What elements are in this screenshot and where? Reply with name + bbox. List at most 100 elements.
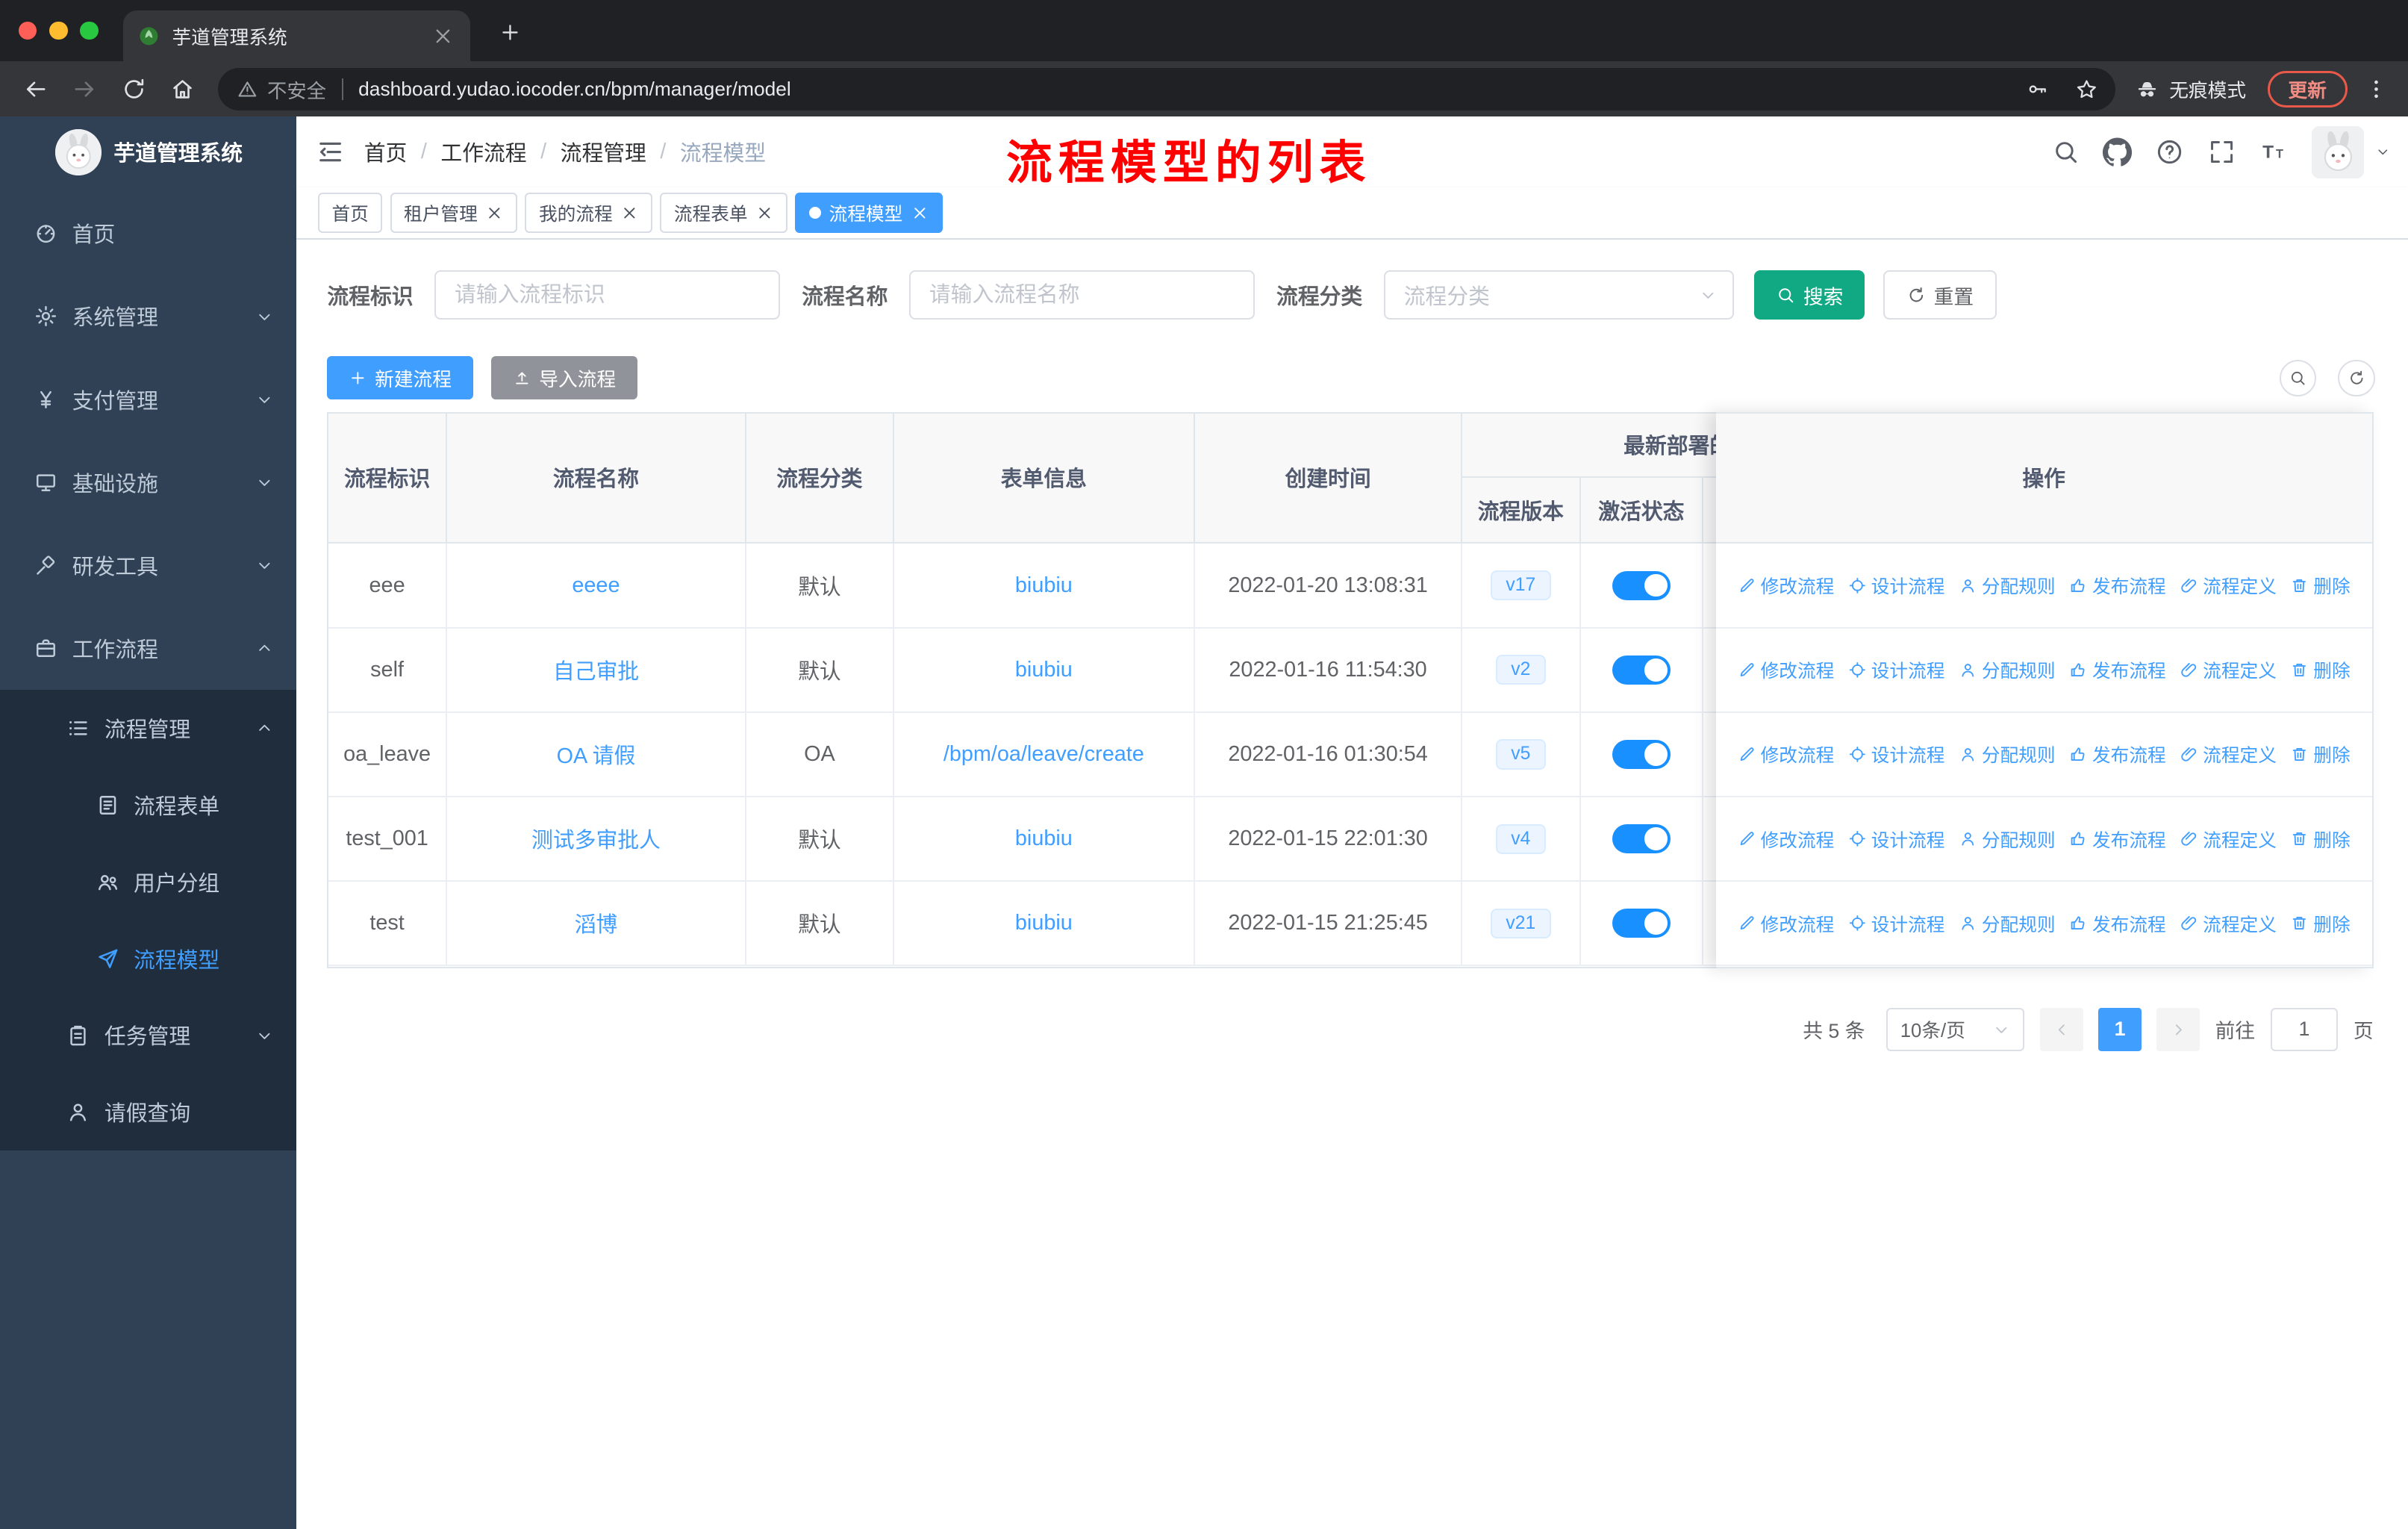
user-avatar[interactable] (2312, 125, 2365, 178)
sidebar-item-流程管理[interactable]: 流程管理 (0, 689, 297, 767)
sidebar-item-研发工具[interactable]: 研发工具 (0, 524, 296, 607)
action-delete-link[interactable]: 删除 (2290, 826, 2351, 853)
sidebar-item-工作流程[interactable]: 工作流程 (0, 607, 296, 690)
process-name-link[interactable]: 自己审批 (553, 655, 639, 685)
sidebar-item-任务管理[interactable]: 任务管理 (0, 997, 297, 1074)
close-icon[interactable] (620, 204, 639, 222)
action-definition-link[interactable]: 流程定义 (2180, 741, 2277, 767)
version-tag[interactable]: v2 (1495, 655, 1546, 685)
close-icon[interactable] (911, 204, 929, 222)
action-publish-link[interactable]: 发布流程 (2069, 741, 2166, 767)
tag-首页[interactable]: 首页 (317, 193, 383, 233)
action-edit-link[interactable]: 修改流程 (1738, 910, 1834, 937)
collapse-sidebar-icon[interactable] (296, 116, 364, 187)
goto-page-input[interactable] (2270, 1008, 2339, 1051)
form-link[interactable]: biubiu (1015, 573, 1073, 598)
close-icon[interactable] (755, 204, 774, 222)
url-text[interactable]: dashboard.yudao.iocoder.cn/bpm/manager/m… (358, 78, 2008, 101)
browser-menu-icon[interactable] (2356, 69, 2397, 110)
active-toggle[interactable] (1612, 739, 1671, 769)
search-icon[interactable] (2051, 137, 2080, 166)
browser-tab[interactable]: 芋道管理系统 (122, 10, 470, 62)
action-edit-link[interactable]: 修改流程 (1738, 656, 1834, 683)
minimize-window-button[interactable] (49, 21, 68, 40)
breadcrumb-item[interactable]: 流程管理 (561, 137, 646, 167)
close-window-button[interactable] (18, 21, 37, 40)
action-design-link[interactable]: 设计流程 (1848, 656, 1944, 683)
action-assign-link[interactable]: 分配规则 (1959, 572, 2056, 599)
page-1-button[interactable]: 1 (2098, 1008, 2142, 1051)
active-toggle[interactable] (1612, 655, 1671, 685)
action-edit-link[interactable]: 修改流程 (1738, 741, 1834, 767)
search-button[interactable]: 搜索 (1754, 270, 1865, 320)
warning-icon[interactable] (237, 78, 258, 100)
action-delete-link[interactable]: 删除 (2290, 741, 2351, 767)
tag-租户管理[interactable]: 租户管理 (390, 193, 518, 233)
action-delete-link[interactable]: 删除 (2290, 572, 2351, 599)
process-name-link[interactable]: eeee (572, 573, 620, 598)
forward-button[interactable] (61, 66, 107, 112)
active-toggle[interactable] (1612, 909, 1671, 938)
sidebar-item-支付管理[interactable]: 支付管理 (0, 358, 296, 440)
back-button[interactable] (12, 66, 58, 112)
action-assign-link[interactable]: 分配规则 (1959, 910, 2056, 937)
form-link[interactable]: biubiu (1015, 826, 1073, 851)
reload-button[interactable] (110, 66, 157, 112)
action-design-link[interactable]: 设计流程 (1848, 572, 1944, 599)
address-bar[interactable]: 不安全 dashboard.yudao.iocoder.cn/bpm/manag… (218, 67, 2116, 111)
action-definition-link[interactable]: 流程定义 (2180, 910, 2277, 937)
fullscreen-window-button[interactable] (79, 21, 99, 40)
action-edit-link[interactable]: 修改流程 (1738, 826, 1834, 853)
action-definition-link[interactable]: 流程定义 (2180, 572, 2277, 599)
tab-close-icon[interactable] (431, 25, 455, 48)
version-tag[interactable]: v4 (1495, 823, 1546, 854)
action-delete-link[interactable]: 删除 (2290, 910, 2351, 937)
form-link[interactable]: /bpm/oa/leave/create (943, 742, 1144, 767)
action-delete-link[interactable]: 删除 (2290, 656, 2351, 683)
action-publish-link[interactable]: 发布流程 (2069, 826, 2166, 853)
tag-我的流程[interactable]: 我的流程 (525, 193, 653, 233)
process-name-input[interactable] (909, 270, 1256, 320)
sidebar-item-流程模型[interactable]: 流程模型 (0, 920, 297, 997)
sidebar-item-系统管理[interactable]: 系统管理 (0, 275, 296, 358)
form-link[interactable]: biubiu (1015, 911, 1073, 935)
action-edit-link[interactable]: 修改流程 (1738, 572, 1834, 599)
fullscreen-icon[interactable] (2207, 137, 2236, 166)
close-icon[interactable] (485, 204, 504, 222)
action-design-link[interactable]: 设计流程 (1848, 741, 1944, 767)
version-tag[interactable]: v21 (1490, 908, 1551, 938)
breadcrumb-item[interactable]: 首页 (364, 137, 408, 167)
process-key-input[interactable] (434, 270, 781, 320)
update-button[interactable]: 更新 (2267, 70, 2348, 108)
import-process-button[interactable]: 导入流程 (491, 356, 637, 400)
action-design-link[interactable]: 设计流程 (1848, 910, 1944, 937)
github-icon[interactable] (2103, 137, 2133, 166)
refresh-table-button[interactable] (2338, 359, 2375, 396)
chevron-down-icon[interactable] (2375, 144, 2391, 160)
reset-button[interactable]: 重置 (1883, 270, 1997, 320)
process-name-link[interactable]: 滔博 (575, 908, 618, 938)
sidebar-item-请假查询[interactable]: 请假查询 (0, 1074, 297, 1151)
tag-流程模型[interactable]: 流程模型 (795, 193, 943, 233)
process-name-link[interactable]: 测试多审批人 (531, 823, 661, 854)
active-toggle[interactable] (1612, 824, 1671, 854)
toggle-search-button[interactable] (2280, 359, 2317, 396)
category-select[interactable]: 流程分类 (1384, 270, 1735, 320)
action-publish-link[interactable]: 发布流程 (2069, 656, 2166, 683)
tag-流程表单[interactable]: 流程表单 (660, 193, 788, 233)
page-size-select[interactable]: 10条/页 (1886, 1008, 2025, 1051)
action-publish-link[interactable]: 发布流程 (2069, 910, 2166, 937)
font-size-icon[interactable]: TT (2259, 137, 2289, 166)
sidebar-item-流程表单[interactable]: 流程表单 (0, 766, 297, 844)
app-logo[interactable]: 芋道管理系统 (0, 116, 296, 187)
security-label[interactable]: 不安全 (267, 75, 326, 104)
action-publish-link[interactable]: 发布流程 (2069, 572, 2166, 599)
breadcrumb-item[interactable]: 工作流程 (440, 137, 526, 167)
version-tag[interactable]: v5 (1495, 739, 1546, 770)
create-process-button[interactable]: 新建流程 (327, 356, 473, 400)
password-key-icon[interactable] (2018, 69, 2058, 110)
action-definition-link[interactable]: 流程定义 (2180, 656, 2277, 683)
sidebar-item-用户分组[interactable]: 用户分组 (0, 843, 297, 921)
sidebar-item-首页[interactable]: 首页 (0, 192, 296, 275)
new-tab-button[interactable] (492, 14, 528, 51)
